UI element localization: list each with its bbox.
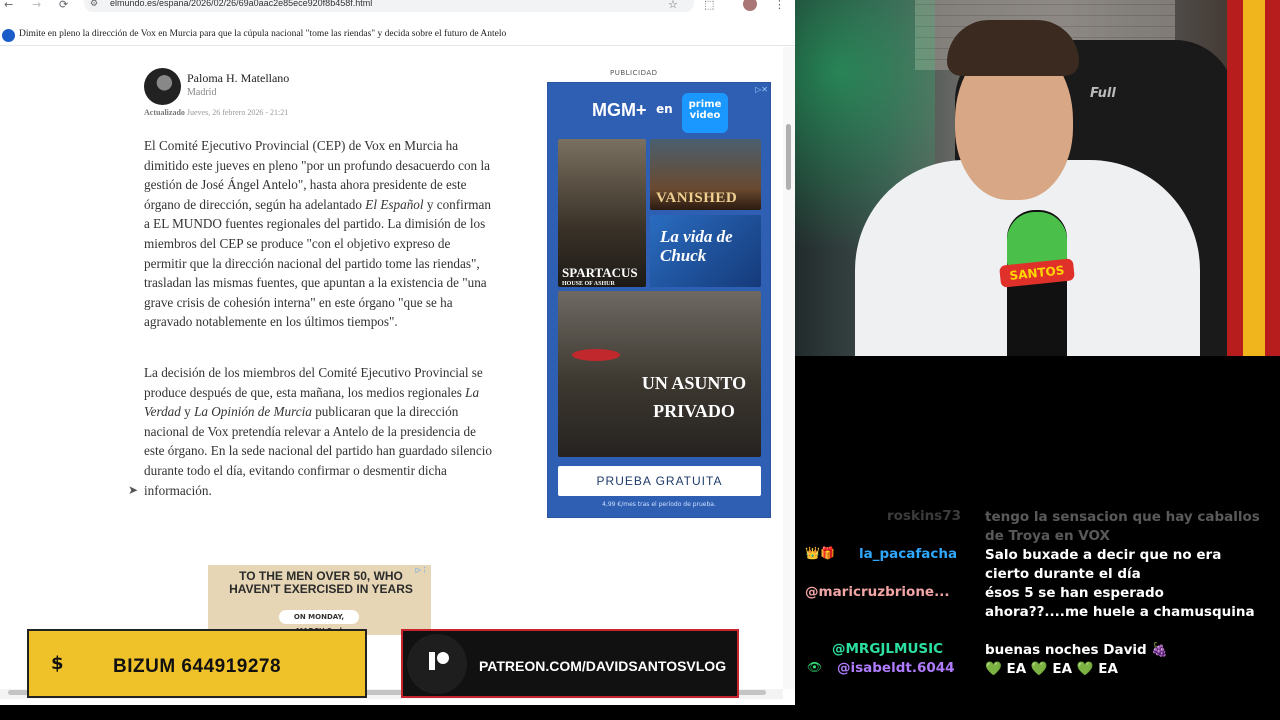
poster-un-asunto-privado[interactable]: UN ASUNTO PRIVADO	[558, 291, 761, 457]
ad-label: PUBLICIDAD	[610, 69, 658, 77]
browser-window: ← → ⟳ ⚙ elmundo.es/espana/2026/02/26/69a…	[0, 0, 795, 705]
forward-icon[interactable]: →	[32, 0, 41, 12]
chat-username[interactable]: @MRGJLMUSIC	[832, 641, 943, 657]
extensions-icon[interactable]: ⬚	[704, 0, 714, 12]
browser-menu-icon[interactable]: ⋮	[774, 0, 785, 12]
bizum-text: BIZUM 644919278	[113, 656, 282, 677]
browser-toolbar: ← → ⟳ ⚙ elmundo.es/espana/2026/02/26/69a…	[0, 0, 795, 14]
chat-text: Salo buxade a decir que no era cierto du…	[985, 547, 1222, 582]
page-title: Dimite en pleno la dirección de Vox en M…	[19, 29, 507, 39]
chat-username[interactable]: la_pacafacha	[859, 546, 957, 562]
heart-icon: 💚	[1030, 661, 1048, 677]
author-avatar[interactable]	[144, 68, 181, 105]
back-icon[interactable]: ←	[4, 0, 13, 12]
author-name[interactable]: Paloma H. Matellano	[187, 71, 289, 86]
prime-video-logo: prime video	[682, 93, 728, 133]
page-title-bar: Dimite en pleno la dirección de Vox en M…	[0, 26, 795, 46]
article-paragraph-2: La decisión de los miembros del Comité E…	[144, 365, 493, 498]
eye-badge-icon: 👁	[807, 660, 823, 674]
secondary-advertisement[interactable]: ▷⋮ TO THE MEN OVER 50, WHO HAVEN'T EXERC…	[208, 565, 431, 635]
dollar-icon: $	[51, 653, 64, 674]
updated-label: Actualizado	[144, 108, 185, 117]
webcam-feed: Full SANTOS	[795, 0, 1280, 356]
ad-fine-print: 4,99 €/mes tras el período de prueba.	[602, 501, 716, 508]
chat-text: ésos 5 se han esperado ahora??....me hue…	[985, 585, 1255, 620]
bottom-strip	[0, 705, 1280, 720]
updated-timestamp: Actualizado Jueves, 26 febrero 2026 - 21…	[144, 108, 288, 117]
crown-gift-badge-icon: 👑🎁	[805, 546, 835, 560]
patreon-icon-dot	[437, 652, 449, 664]
bookmark-star-icon[interactable]: ☆	[668, 0, 678, 12]
heart-icon: 💚	[985, 661, 1002, 677]
beret-shape	[572, 349, 620, 361]
ad-cta-button[interactable]: PRUEBA GRATUITA	[558, 466, 761, 496]
profile-avatar[interactable]	[743, 0, 757, 11]
patreon-icon	[429, 652, 435, 670]
patreon-text: PATREON.COM/DAVIDSANTOSVLOG	[479, 658, 727, 674]
poster-spartacus[interactable]: SPARTACUS HOUSE OF ASHUR	[558, 139, 646, 287]
mouse-cursor-icon: ➤	[128, 483, 139, 497]
ad2-badge: ON MONDAY, MARCH 2nd	[279, 610, 359, 635]
ad-info-icon[interactable]: ▷✕	[755, 85, 768, 94]
vertical-scrollbar-thumb[interactable]	[786, 124, 791, 190]
updated-date: Jueves, 26 febrero 2026 - 21:21	[186, 108, 289, 117]
poster-vanished[interactable]: VANISHED	[650, 139, 761, 210]
patreon-logo-circle	[407, 634, 467, 694]
ad2-headline: TO THE MEN OVER 50, WHO HAVEN'T EXERCISE…	[229, 569, 413, 596]
reload-icon[interactable]: ⟳	[59, 0, 68, 12]
url-text[interactable]: elmundo.es/espana/2026/02/26/69a0aac2e85…	[110, 0, 372, 8]
globe-icon	[2, 29, 15, 42]
chair-logo-text: Full	[1090, 86, 1116, 101]
heart-icon: 💚	[1076, 661, 1094, 677]
chat-username[interactable]: @isabeldt.6044	[837, 660, 955, 676]
author-city: Madrid	[187, 87, 217, 98]
source-link-el-espanol[interactable]: El Español	[365, 197, 423, 212]
site-info-icon[interactable]: ⚙	[90, 0, 98, 11]
source-link-la-opinion[interactable]: La Opinión de Murcia	[194, 404, 312, 419]
chat-text: tengo la sensacion que hay caballos de T…	[985, 509, 1260, 544]
chat-username[interactable]: @maricruzbrione...	[805, 584, 949, 600]
chat-username[interactable]: roskins73	[887, 508, 961, 524]
advertisement-banner[interactable]: ▷✕ MGM+ en prime video SPARTACUS HOUSE O…	[547, 82, 771, 518]
article-body: Paloma H. Matellano Madrid Actualizado J…	[0, 47, 782, 687]
chat-text: 💚 EA 💚 EA 💚 EA	[985, 661, 1118, 677]
patreon-banner: PATREON.COM/DAVIDSANTOSVLOG	[401, 629, 739, 698]
chat-panel: roskins73 tengo la sensacion que hay cab…	[795, 356, 1280, 705]
chat-text: buenas noches David 🍇	[985, 642, 1169, 658]
bizum-banner: $ BIZUM 644919278	[27, 629, 367, 698]
poster-la-vida-de-chuck[interactable]: La vida de Chuck	[650, 215, 761, 287]
ad-brand: MGM+	[592, 100, 647, 120]
streamer-hair	[947, 20, 1079, 76]
ad-en: en	[656, 102, 673, 116]
spanish-flag	[1227, 0, 1280, 356]
article-paragraph-1: El Comité Ejecutivo Provincial (CEP) de …	[144, 138, 491, 330]
